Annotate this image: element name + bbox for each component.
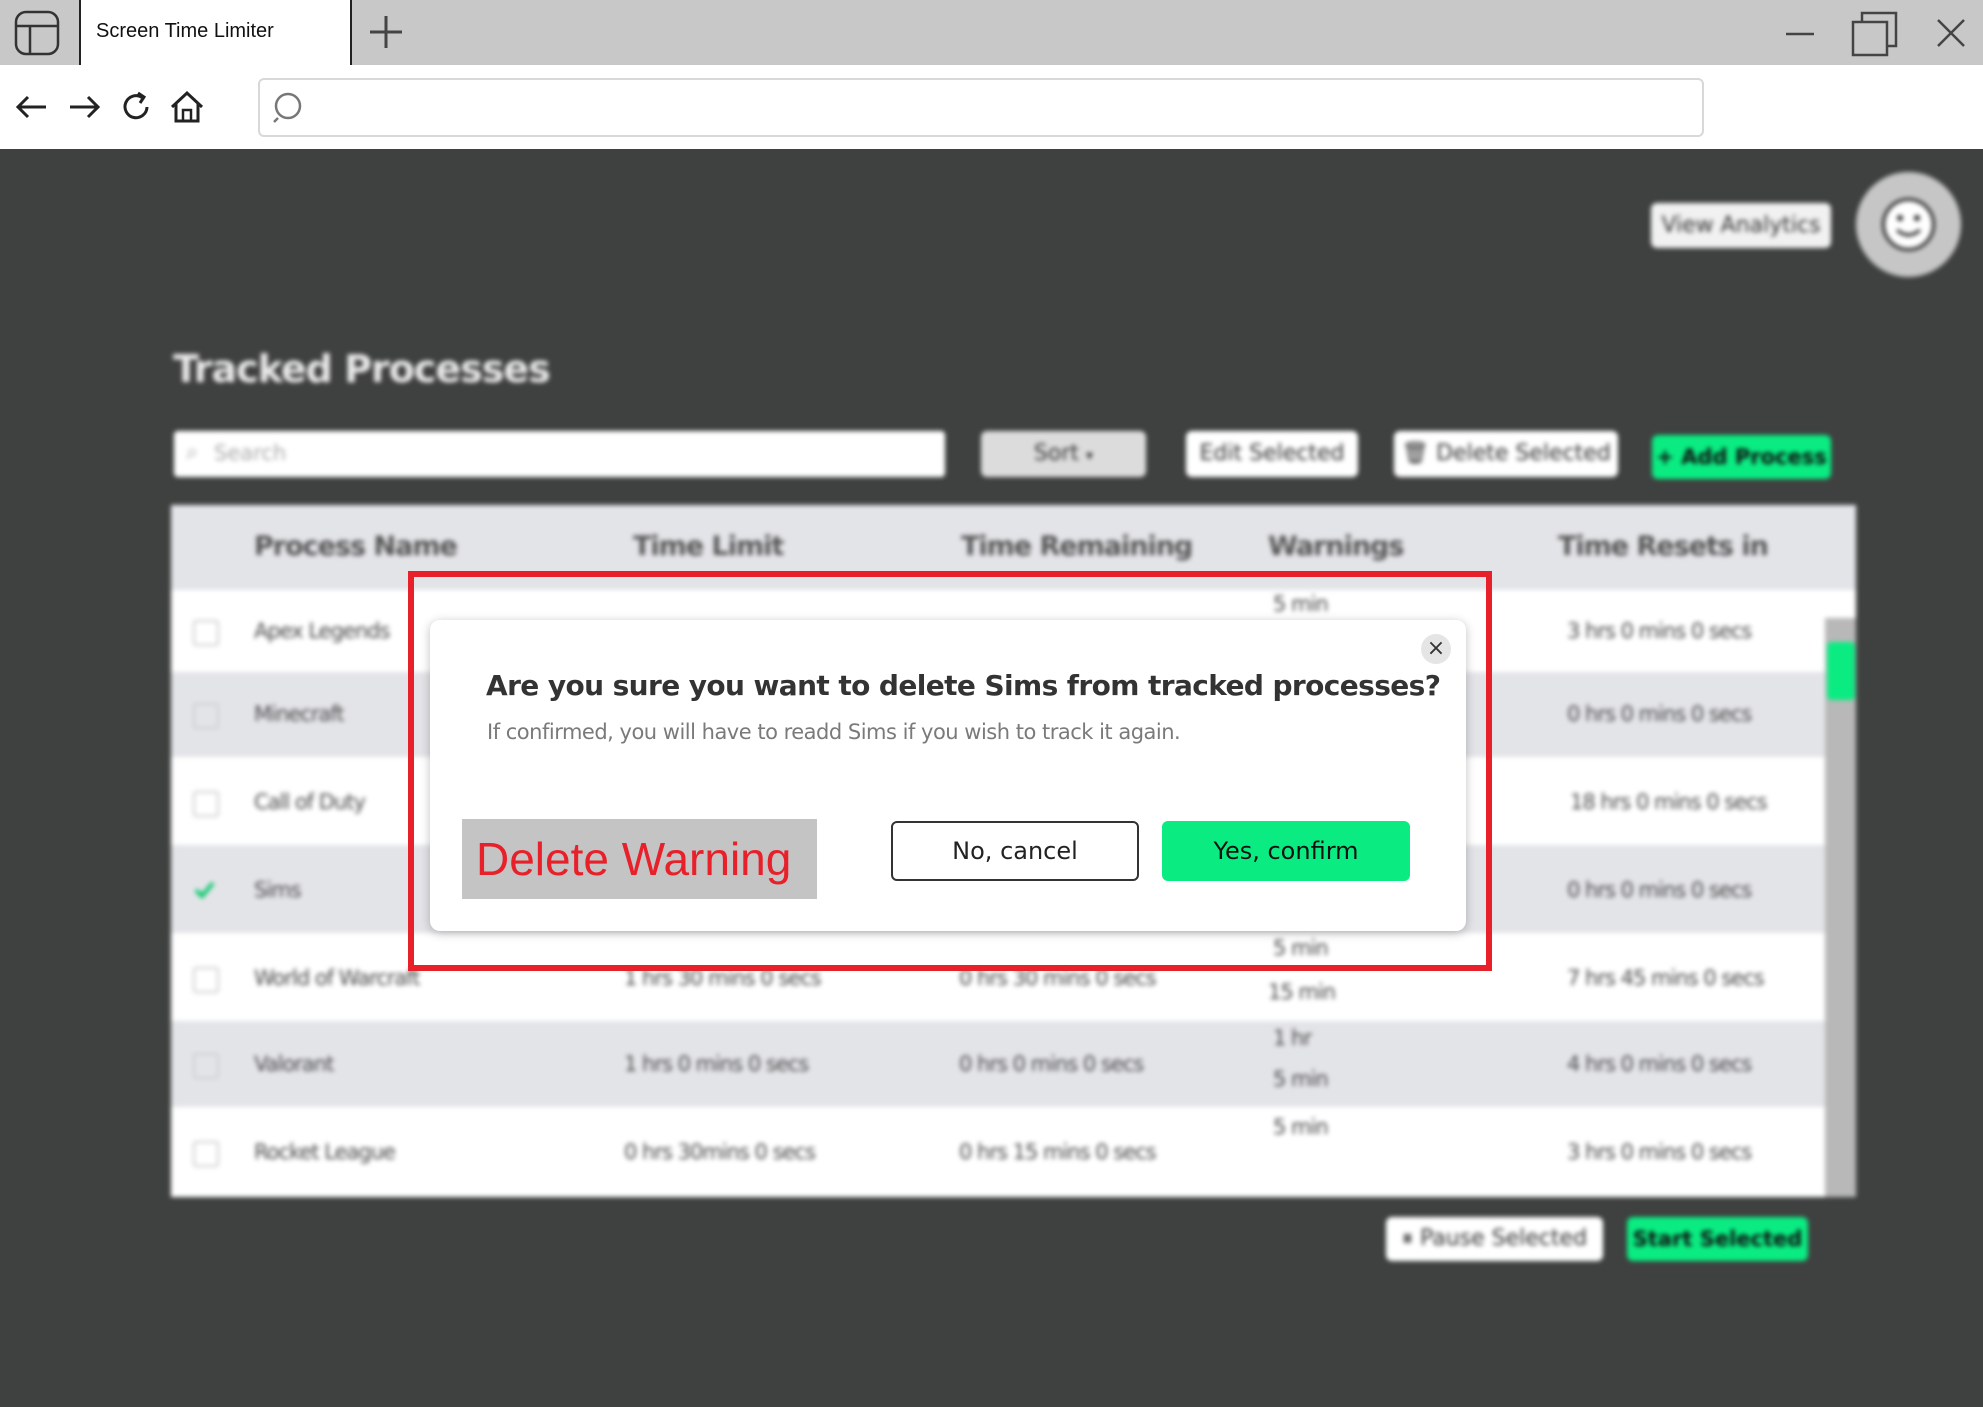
page-title: Tracked Processes	[173, 347, 551, 391]
trash-icon: 🗑	[1401, 441, 1430, 466]
smiley-face-icon	[1882, 198, 1935, 251]
browser-app-icon[interactable]	[14, 10, 60, 56]
sort-label: Sort	[1033, 441, 1080, 466]
row-checkbox[interactable]	[193, 791, 219, 817]
time-resets-value: 18 hrs 0 mins 0 secs	[1570, 790, 1768, 814]
forward-arrow-icon[interactable]	[65, 88, 103, 126]
cancel-button[interactable]: No, cancel	[891, 821, 1139, 881]
process-name: Valorant	[254, 1052, 334, 1076]
process-name: Rocket League	[254, 1140, 396, 1164]
time-remaining-value: 0 hrs 15 mins 0 secs	[959, 1140, 1157, 1164]
warning-value: 15 min	[1268, 980, 1336, 1004]
close-window-icon[interactable]	[1932, 14, 1970, 52]
view-analytics-button[interactable]: View Analytics	[1651, 203, 1831, 248]
warning-value: 1 hr	[1273, 1026, 1312, 1050]
annotation-label: Delete Warning	[462, 819, 817, 899]
table-scrollbar[interactable]	[1825, 618, 1856, 1197]
row-checkbox[interactable]	[193, 1141, 219, 1167]
row-checkbox[interactable]	[193, 703, 219, 729]
process-name: Sims	[254, 878, 302, 902]
warning-value: 5 min	[1273, 1067, 1329, 1091]
row-checkbox-checked[interactable]	[193, 879, 215, 901]
time-resets-value: 3 hrs 0 mins 0 secs	[1567, 1140, 1752, 1164]
close-icon[interactable]: ×	[1421, 634, 1451, 664]
table-row[interactable]: Rocket League 0 hrs 30mins 0 secs 0 hrs …	[171, 1107, 1825, 1197]
checkmark-icon	[194, 881, 215, 899]
search-glyph-icon: ⌕	[186, 440, 199, 465]
row-checkbox[interactable]	[193, 967, 219, 993]
process-name: Apex Legends	[254, 619, 390, 643]
warning-value: 5 min	[1273, 1115, 1329, 1139]
search-icon	[273, 92, 302, 123]
confirm-button[interactable]: Yes, confirm	[1162, 821, 1410, 881]
pause-selected-label: Pause Selected	[1419, 1226, 1588, 1251]
column-header-time-resets: Time Resets in	[1558, 531, 1769, 562]
add-process-label: Add Process	[1681, 445, 1827, 469]
tab-title: Screen Time Limiter	[96, 20, 274, 42]
column-header-warnings: Warnings	[1268, 531, 1404, 562]
address-bar[interactable]	[258, 78, 1704, 137]
process-name: Call of Duty	[254, 790, 366, 814]
time-resets-value: 0 hrs 0 mins 0 secs	[1567, 878, 1752, 902]
column-header-time-limit: Time Limit	[633, 531, 784, 562]
process-name: Minecraft	[254, 702, 344, 726]
scrollbar-thumb[interactable]	[1827, 642, 1855, 700]
column-header-time-remaining: Time Remaining	[961, 531, 1193, 562]
search-placeholder: Search	[214, 441, 287, 465]
start-selected-button[interactable]: Start Selected	[1627, 1217, 1808, 1261]
pause-selected-button[interactable]: ⏸ Pause Selected	[1386, 1217, 1603, 1261]
time-resets-value: 4 hrs 0 mins 0 secs	[1567, 1052, 1752, 1076]
time-limit-value: 0 hrs 30mins 0 secs	[624, 1140, 816, 1164]
new-tab-icon[interactable]	[366, 12, 406, 52]
column-header-process-name: Process Name	[254, 531, 458, 562]
time-limit-value: 1 hrs 0 mins 0 secs	[624, 1052, 809, 1076]
row-checkbox[interactable]	[193, 620, 219, 646]
chevron-down-icon: ▾	[1086, 448, 1094, 464]
time-resets-value: 3 hrs 0 mins 0 secs	[1567, 619, 1752, 643]
sort-button[interactable]: Sort ▾	[981, 431, 1146, 477]
delete-selected-label: Delete Selected	[1436, 441, 1611, 466]
plus-icon: +	[1656, 445, 1682, 469]
time-remaining-value: 0 hrs 0 mins 0 secs	[959, 1052, 1144, 1076]
dialog-message: If confirmed, you will have to readd Sim…	[487, 720, 1181, 744]
back-arrow-icon[interactable]	[13, 88, 51, 126]
avatar[interactable]	[1856, 172, 1961, 277]
time-resets-value: 7 hrs 45 mins 0 secs	[1567, 966, 1765, 990]
table-row[interactable]: Valorant 1 hrs 0 mins 0 secs 0 hrs 0 min…	[171, 1021, 1825, 1107]
add-process-button[interactable]: + Add Process	[1652, 435, 1831, 479]
reload-icon[interactable]	[117, 88, 155, 126]
restore-window-icon[interactable]	[1850, 10, 1900, 58]
dialog-title: Are you sure you want to delete Sims fro…	[486, 669, 1441, 702]
process-name: World of Warcraft	[254, 966, 421, 990]
row-checkbox[interactable]	[193, 1053, 219, 1079]
time-resets-value: 0 hrs 0 mins 0 secs	[1567, 702, 1752, 726]
delete-selected-button[interactable]: 🗑 Delete Selected	[1394, 431, 1618, 477]
home-icon[interactable]	[168, 88, 206, 126]
search-input[interactable]: ⌕ Search	[174, 431, 945, 477]
edit-selected-button[interactable]: Edit Selected	[1186, 431, 1358, 477]
minimize-icon[interactable]	[1780, 12, 1820, 52]
pause-icon: ⏸	[1401, 1226, 1413, 1251]
